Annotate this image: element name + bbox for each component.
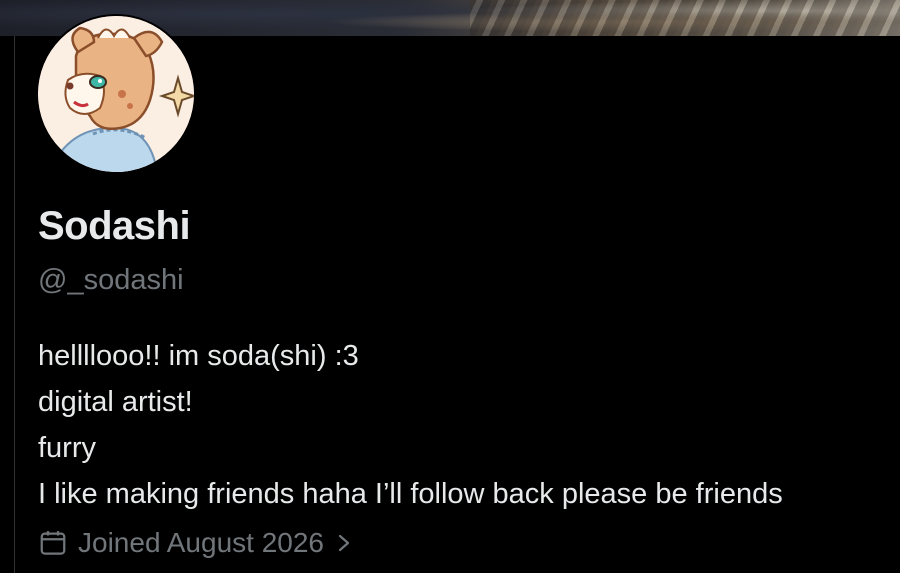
calendar-icon xyxy=(38,528,68,558)
handle: @_sodashi xyxy=(38,264,184,296)
avatar-illustration xyxy=(38,16,194,172)
avatar-image xyxy=(38,16,194,172)
bio-line: digital artist! xyxy=(38,386,193,418)
bio: hellllooo!! im soda(shi) :3 digital arti… xyxy=(38,333,900,517)
avatar[interactable] xyxy=(36,14,196,174)
display-name: Sodashi xyxy=(38,204,191,248)
bio-line: hellllooo!! im soda(shi) :3 xyxy=(38,340,359,372)
bio-line: furry xyxy=(38,432,96,464)
joined-date: Joined August 2026 xyxy=(78,527,324,558)
banner-texture xyxy=(470,0,900,36)
bio-line: I like making friends haha I’ll follow b… xyxy=(38,478,783,510)
column-divider xyxy=(0,36,15,573)
joined-date-link[interactable]: Joined August 2026 xyxy=(38,525,354,561)
chevron-right-icon xyxy=(334,531,354,555)
